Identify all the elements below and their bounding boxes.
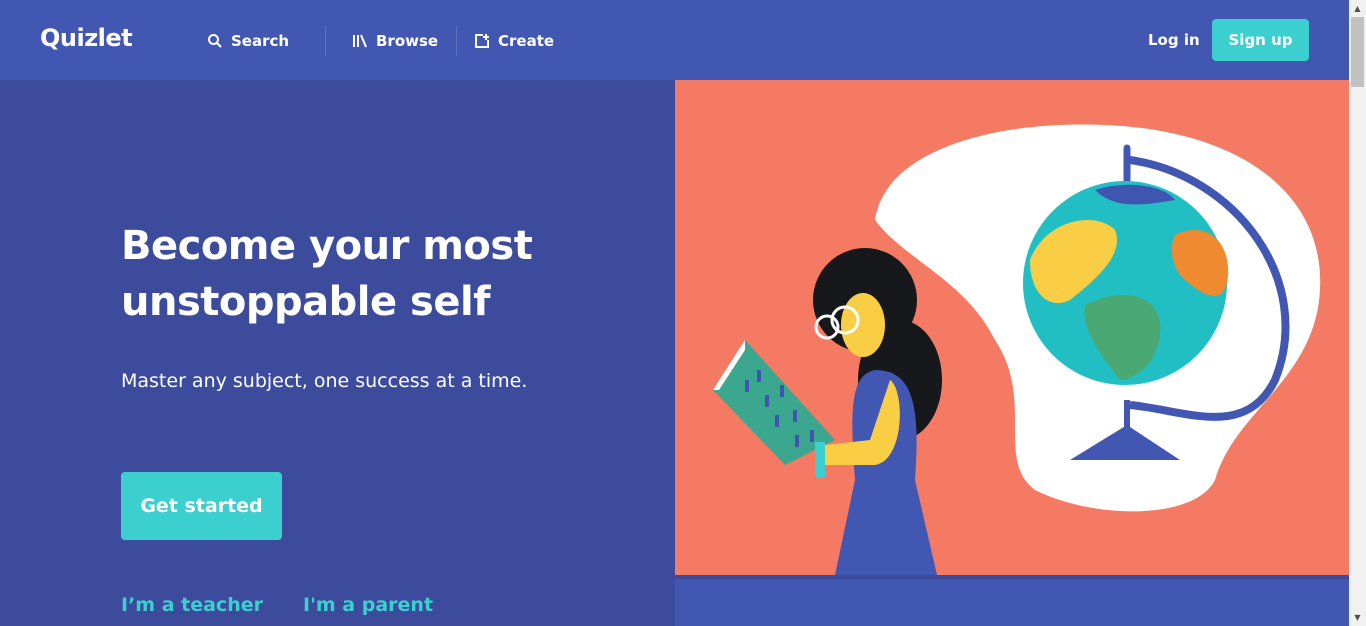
login-link[interactable]: Log in	[1148, 31, 1200, 49]
create-icon	[474, 33, 490, 49]
page-scrollbar[interactable]: ▲ ▼	[1349, 0, 1366, 626]
scroll-thumb[interactable]	[1351, 17, 1364, 87]
nav-search-label: Search	[231, 32, 290, 50]
hero-subline: Master any subject, one success at a tim…	[121, 370, 528, 392]
scroll-down-icon[interactable]: ▼	[1349, 609, 1366, 626]
signup-button[interactable]: Sign up	[1212, 19, 1309, 61]
quizlet-logo[interactable]: Quizlet	[40, 24, 133, 52]
hero-headline: Become your most unstoppable self	[121, 223, 533, 325]
nav-browse[interactable]: Browse	[352, 30, 438, 52]
nav-divider	[456, 26, 457, 56]
scroll-up-icon[interactable]: ▲	[1349, 0, 1366, 17]
hero-illustration	[675, 80, 1349, 575]
library-icon	[352, 33, 368, 49]
hero-bottom-strip	[675, 575, 1349, 626]
site-header: Quizlet Search Browse Create Log in Sign…	[0, 0, 1349, 80]
teacher-link[interactable]: I’m a teacher	[121, 594, 263, 616]
nav-browse-label: Browse	[376, 32, 439, 50]
get-started-button[interactable]: Get started	[121, 472, 282, 540]
girl-reading-with-globe-illustration	[713, 124, 1321, 575]
nav-create-label: Create	[498, 32, 555, 50]
hero-section: Become your most unstoppable self Master…	[0, 80, 675, 626]
nav-search[interactable]: Search	[207, 30, 289, 52]
parent-link[interactable]: I'm a parent	[303, 594, 433, 616]
nav-create[interactable]: Create	[474, 30, 554, 52]
nav-divider	[325, 26, 326, 56]
search-icon	[207, 33, 223, 49]
